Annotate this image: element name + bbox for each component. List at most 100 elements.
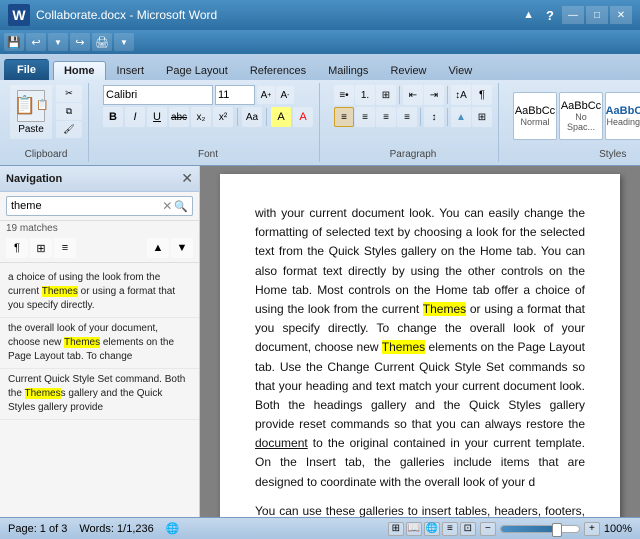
cut-button[interactable]: ✂ xyxy=(56,85,82,102)
zoom-out-btn[interactable]: − xyxy=(480,522,496,536)
format-painter-button[interactable]: 🖌 xyxy=(56,121,82,138)
nav-next-btn[interactable]: ▼ xyxy=(171,238,193,258)
para-sep-4 xyxy=(447,108,448,126)
increase-indent-button[interactable]: ⇥ xyxy=(424,85,444,105)
tab-references[interactable]: References xyxy=(239,61,317,80)
para-sep-1 xyxy=(399,86,400,104)
nav-result-item-1[interactable]: a choice of using the look from the curr… xyxy=(0,267,199,318)
font-separator xyxy=(237,108,238,126)
tab-review[interactable]: Review xyxy=(379,61,437,80)
print-layout-btn[interactable]: ⊞ xyxy=(388,522,404,536)
navigation-search-icon[interactable]: 🔍 xyxy=(174,200,188,213)
strikethrough-button[interactable]: abc xyxy=(169,107,189,127)
undo-dropdown-btn[interactable]: ▼ xyxy=(48,33,68,51)
border-button[interactable]: ⊞ xyxy=(472,107,492,127)
subscript-button[interactable]: x₂ xyxy=(191,107,211,127)
font-size-select[interactable] xyxy=(215,85,255,105)
underline-button[interactable]: U xyxy=(147,107,167,127)
help-btn[interactable]: ? xyxy=(542,8,558,23)
zoom-bar[interactable] xyxy=(500,525,580,533)
navigation-matches: 19 matches xyxy=(0,221,199,236)
print-qa-btn[interactable]: 🖨 xyxy=(92,33,112,51)
document-page[interactable]: with your current document look. You can… xyxy=(220,174,620,517)
save-qa-btn[interactable]: 💾 xyxy=(4,33,24,51)
web-layout-btn[interactable]: 🌐 xyxy=(424,522,440,536)
align-center-button[interactable]: ≡ xyxy=(355,107,375,127)
close-btn[interactable]: ✕ xyxy=(610,6,632,24)
language-btn[interactable]: 🌐 xyxy=(166,522,180,535)
align-left-button[interactable]: ≡ xyxy=(334,107,354,127)
italic-button[interactable]: I xyxy=(125,107,145,127)
window-title: Collaborate.docx - Microsoft Word xyxy=(36,8,217,22)
navigation-arrow-btns: ▲ ▼ xyxy=(147,238,193,258)
undo-qa-btn[interactable]: ↩ xyxy=(26,33,46,51)
font-row-2: B I U abc x₂ x² Aa A A xyxy=(103,107,313,127)
page-info: Page: 1 of 3 xyxy=(8,523,67,535)
superscript-button[interactable]: x² xyxy=(213,107,233,127)
justify-button[interactable]: ≡ xyxy=(397,107,417,127)
tab-view[interactable]: View xyxy=(438,61,484,80)
nav-view-heading-btn[interactable]: ¶ xyxy=(6,238,28,258)
maximize-btn[interactable]: □ xyxy=(586,6,608,24)
shading-button[interactable]: ▲ xyxy=(451,107,471,127)
bold-button[interactable]: B xyxy=(103,107,123,127)
minimize-btn[interactable]: — xyxy=(562,6,584,24)
paste-label: Paste xyxy=(18,124,44,135)
font-shrink-btn[interactable]: A- xyxy=(276,86,294,104)
tab-mailings[interactable]: Mailings xyxy=(317,61,379,80)
navigation-search-box: ✕ 🔍 xyxy=(6,196,193,216)
outline-btn[interactable]: ≡ xyxy=(442,522,458,536)
font-grow-btn[interactable]: A+ xyxy=(257,86,275,104)
zoom-handle[interactable] xyxy=(552,523,562,537)
zoom-level[interactable]: 100% xyxy=(604,523,632,535)
navigation-pane-close[interactable]: ✕ xyxy=(181,170,193,187)
ribbon-expand-btn[interactable]: ▲ xyxy=(519,9,538,21)
style-no-spacing[interactable]: AaBbCc No Spac... xyxy=(559,92,603,140)
change-case-button[interactable]: Aa xyxy=(242,107,262,127)
nav-view-result-btn[interactable]: ≡ xyxy=(54,238,76,258)
document-area[interactable]: with your current document look. You can… xyxy=(200,166,640,517)
para-row-1: ≡• 1. ⊞ ⇤ ⇥ ↕A ¶ xyxy=(334,85,492,105)
align-right-button[interactable]: ≡ xyxy=(376,107,396,127)
zoom-bar-fill xyxy=(501,526,556,532)
redo-qa-btn[interactable]: ↪ xyxy=(70,33,90,51)
document-paragraph-2: You can use these galleries to insert ta… xyxy=(255,502,585,517)
decrease-indent-button[interactable]: ⇤ xyxy=(403,85,423,105)
title-bar-left: W Collaborate.docx - Microsoft Word xyxy=(8,4,217,26)
navigation-results-list: a choice of using the look from the curr… xyxy=(0,263,199,517)
font-grow-shrink: A+ A- xyxy=(257,86,294,104)
copy-button[interactable]: ⧉ xyxy=(56,103,82,120)
tab-file[interactable]: File xyxy=(4,59,49,80)
styles-group: AaBbCc Normal AaBbCc No Spac... AaBbCc H… xyxy=(507,83,640,162)
full-reading-btn[interactable]: 📖 xyxy=(406,522,422,536)
nav-result-item-2[interactable]: the overall look of your document, choos… xyxy=(0,318,199,369)
numbering-button[interactable]: 1. xyxy=(355,85,375,105)
sort-button[interactable]: ↕A xyxy=(451,85,471,105)
tab-home[interactable]: Home xyxy=(53,61,106,80)
navigation-search-clear[interactable]: ✕ xyxy=(162,199,172,213)
multilevel-list-button[interactable]: ⊞ xyxy=(376,85,396,105)
doc-highlight-1: Themes xyxy=(423,302,466,316)
font-separator-2 xyxy=(266,108,267,126)
font-name-select[interactable] xyxy=(103,85,213,105)
title-bar-controls: — □ ✕ xyxy=(562,6,632,24)
nav-prev-btn[interactable]: ▲ xyxy=(147,238,169,258)
font-color-button[interactable]: A xyxy=(293,107,313,127)
style-heading1[interactable]: AaBbCc Heading 1 xyxy=(605,92,640,140)
navigation-pane: Navigation ✕ ✕ 🔍 19 matches ¶ ⊞ ≡ ▲ ▼ xyxy=(0,166,200,517)
nav-result-item-3[interactable]: Current Quick Style Set command. Both th… xyxy=(0,369,199,420)
bullets-button[interactable]: ≡• xyxy=(334,85,354,105)
paste-button[interactable]: 📋 Paste xyxy=(10,85,52,139)
show-formatting-button[interactable]: ¶ xyxy=(472,85,492,105)
nav-view-page-btn[interactable]: ⊞ xyxy=(30,238,52,258)
line-spacing-button[interactable]: ↕ xyxy=(424,107,444,127)
navigation-search-input[interactable] xyxy=(11,200,160,212)
para-sep-3 xyxy=(420,108,421,126)
customize-qa-btn[interactable]: ▼ xyxy=(114,33,134,51)
tab-page-layout[interactable]: Page Layout xyxy=(155,61,239,80)
style-normal[interactable]: AaBbCc Normal xyxy=(513,92,557,140)
draft-btn[interactable]: ⊡ xyxy=(460,522,476,536)
text-highlight-button[interactable]: A xyxy=(271,107,291,127)
zoom-in-btn[interactable]: + xyxy=(584,522,600,536)
tab-insert[interactable]: Insert xyxy=(106,61,156,80)
